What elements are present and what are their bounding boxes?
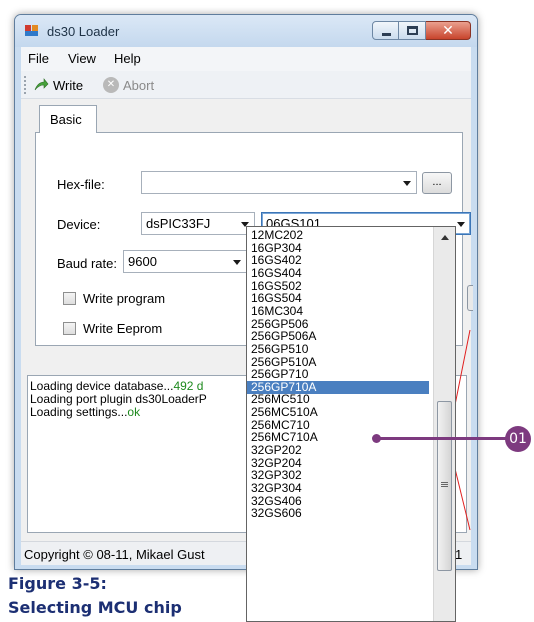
- maximize-icon: [407, 26, 418, 35]
- dropdown-option[interactable]: 16GS404: [247, 266, 429, 280]
- dropdown-scrollbar[interactable]: [433, 227, 455, 621]
- callout-dot: [372, 434, 381, 443]
- toolbar-grip-icon[interactable]: [24, 76, 27, 94]
- device-family-select[interactable]: dsPIC33FJ: [141, 212, 255, 235]
- baud-rate-label: Baud rate:: [57, 256, 117, 271]
- hidden-side-button[interactable]: [467, 285, 473, 311]
- menu-view[interactable]: View: [68, 51, 96, 66]
- title-bar[interactable]: ds30 Loader ✕: [15, 15, 477, 47]
- chevron-down-icon: [457, 222, 465, 227]
- write-eeprom-checkbox[interactable]: [63, 322, 76, 335]
- toolbar: Write ✕ Abort: [21, 71, 471, 99]
- log-line: Loading device database...492 d: [30, 380, 204, 393]
- baud-rate-select[interactable]: 9600: [123, 250, 247, 273]
- browse-button[interactable]: ...: [422, 172, 452, 194]
- minimize-button[interactable]: [372, 21, 399, 40]
- tab-basic[interactable]: Basic: [39, 105, 97, 133]
- minimize-icon: [382, 33, 391, 36]
- chevron-down-icon: [233, 260, 241, 265]
- write-program-label[interactable]: Write program: [83, 291, 165, 306]
- dropdown-option[interactable]: 16MC304: [247, 304, 429, 318]
- menu-help[interactable]: Help: [114, 51, 141, 66]
- figure-caption-line2: Selecting MCU chip: [8, 598, 182, 617]
- grip-icon: [441, 482, 448, 483]
- device-dropdown-list[interactable]: 12MC202 16GP304 16GS402 16GS404 16GS502 16GS5…: [246, 226, 456, 622]
- dropdown-option[interactable]: 256GP510: [247, 342, 429, 356]
- write-button[interactable]: Write: [33, 76, 83, 94]
- figure-caption-line1: Figure 3-5:: [8, 574, 107, 593]
- hexfile-label: Hex-file:: [57, 177, 105, 192]
- scroll-thumb[interactable]: [437, 401, 452, 571]
- write-eeprom-label[interactable]: Write Eeprom: [83, 321, 162, 336]
- callout-line: [374, 437, 509, 440]
- dropdown-option[interactable]: 32GS606: [247, 507, 429, 520]
- menu-bar: File View Help: [21, 47, 471, 71]
- figure-caption: Figure 3-5: Selecting MCU chip: [8, 572, 182, 620]
- device-label: Device:: [57, 217, 101, 232]
- chevron-down-icon: [403, 181, 411, 186]
- status-right-text: 1: [455, 547, 463, 562]
- write-program-checkbox[interactable]: [63, 292, 76, 305]
- log-line: Loading settings...ok: [30, 406, 141, 419]
- app-icon: [25, 25, 39, 37]
- log-line: Loading port plugin ds30LoaderP: [30, 393, 207, 406]
- hexfile-combo[interactable]: [141, 171, 417, 194]
- abort-label: Abort: [123, 77, 155, 93]
- scroll-up-icon[interactable]: [441, 235, 449, 240]
- baud-rate-value: 9600: [128, 254, 157, 269]
- write-label: Write: [53, 77, 84, 93]
- close-button[interactable]: ✕: [426, 21, 471, 40]
- window-title: ds30 Loader: [47, 24, 120, 39]
- copyright-text: Copyright © 08-11, Mikael Gust: [24, 547, 205, 562]
- caption-buttons: ✕: [372, 21, 471, 41]
- abort-button[interactable]: ✕ Abort: [103, 76, 154, 94]
- abort-icon: ✕: [103, 77, 119, 93]
- maximize-button[interactable]: [399, 21, 426, 40]
- menu-file[interactable]: File: [28, 51, 49, 66]
- callout-badge: 01: [505, 426, 531, 452]
- write-arrow-icon: [34, 78, 49, 91]
- close-icon: ✕: [442, 22, 454, 38]
- device-family-value: dsPIC33FJ: [146, 216, 211, 231]
